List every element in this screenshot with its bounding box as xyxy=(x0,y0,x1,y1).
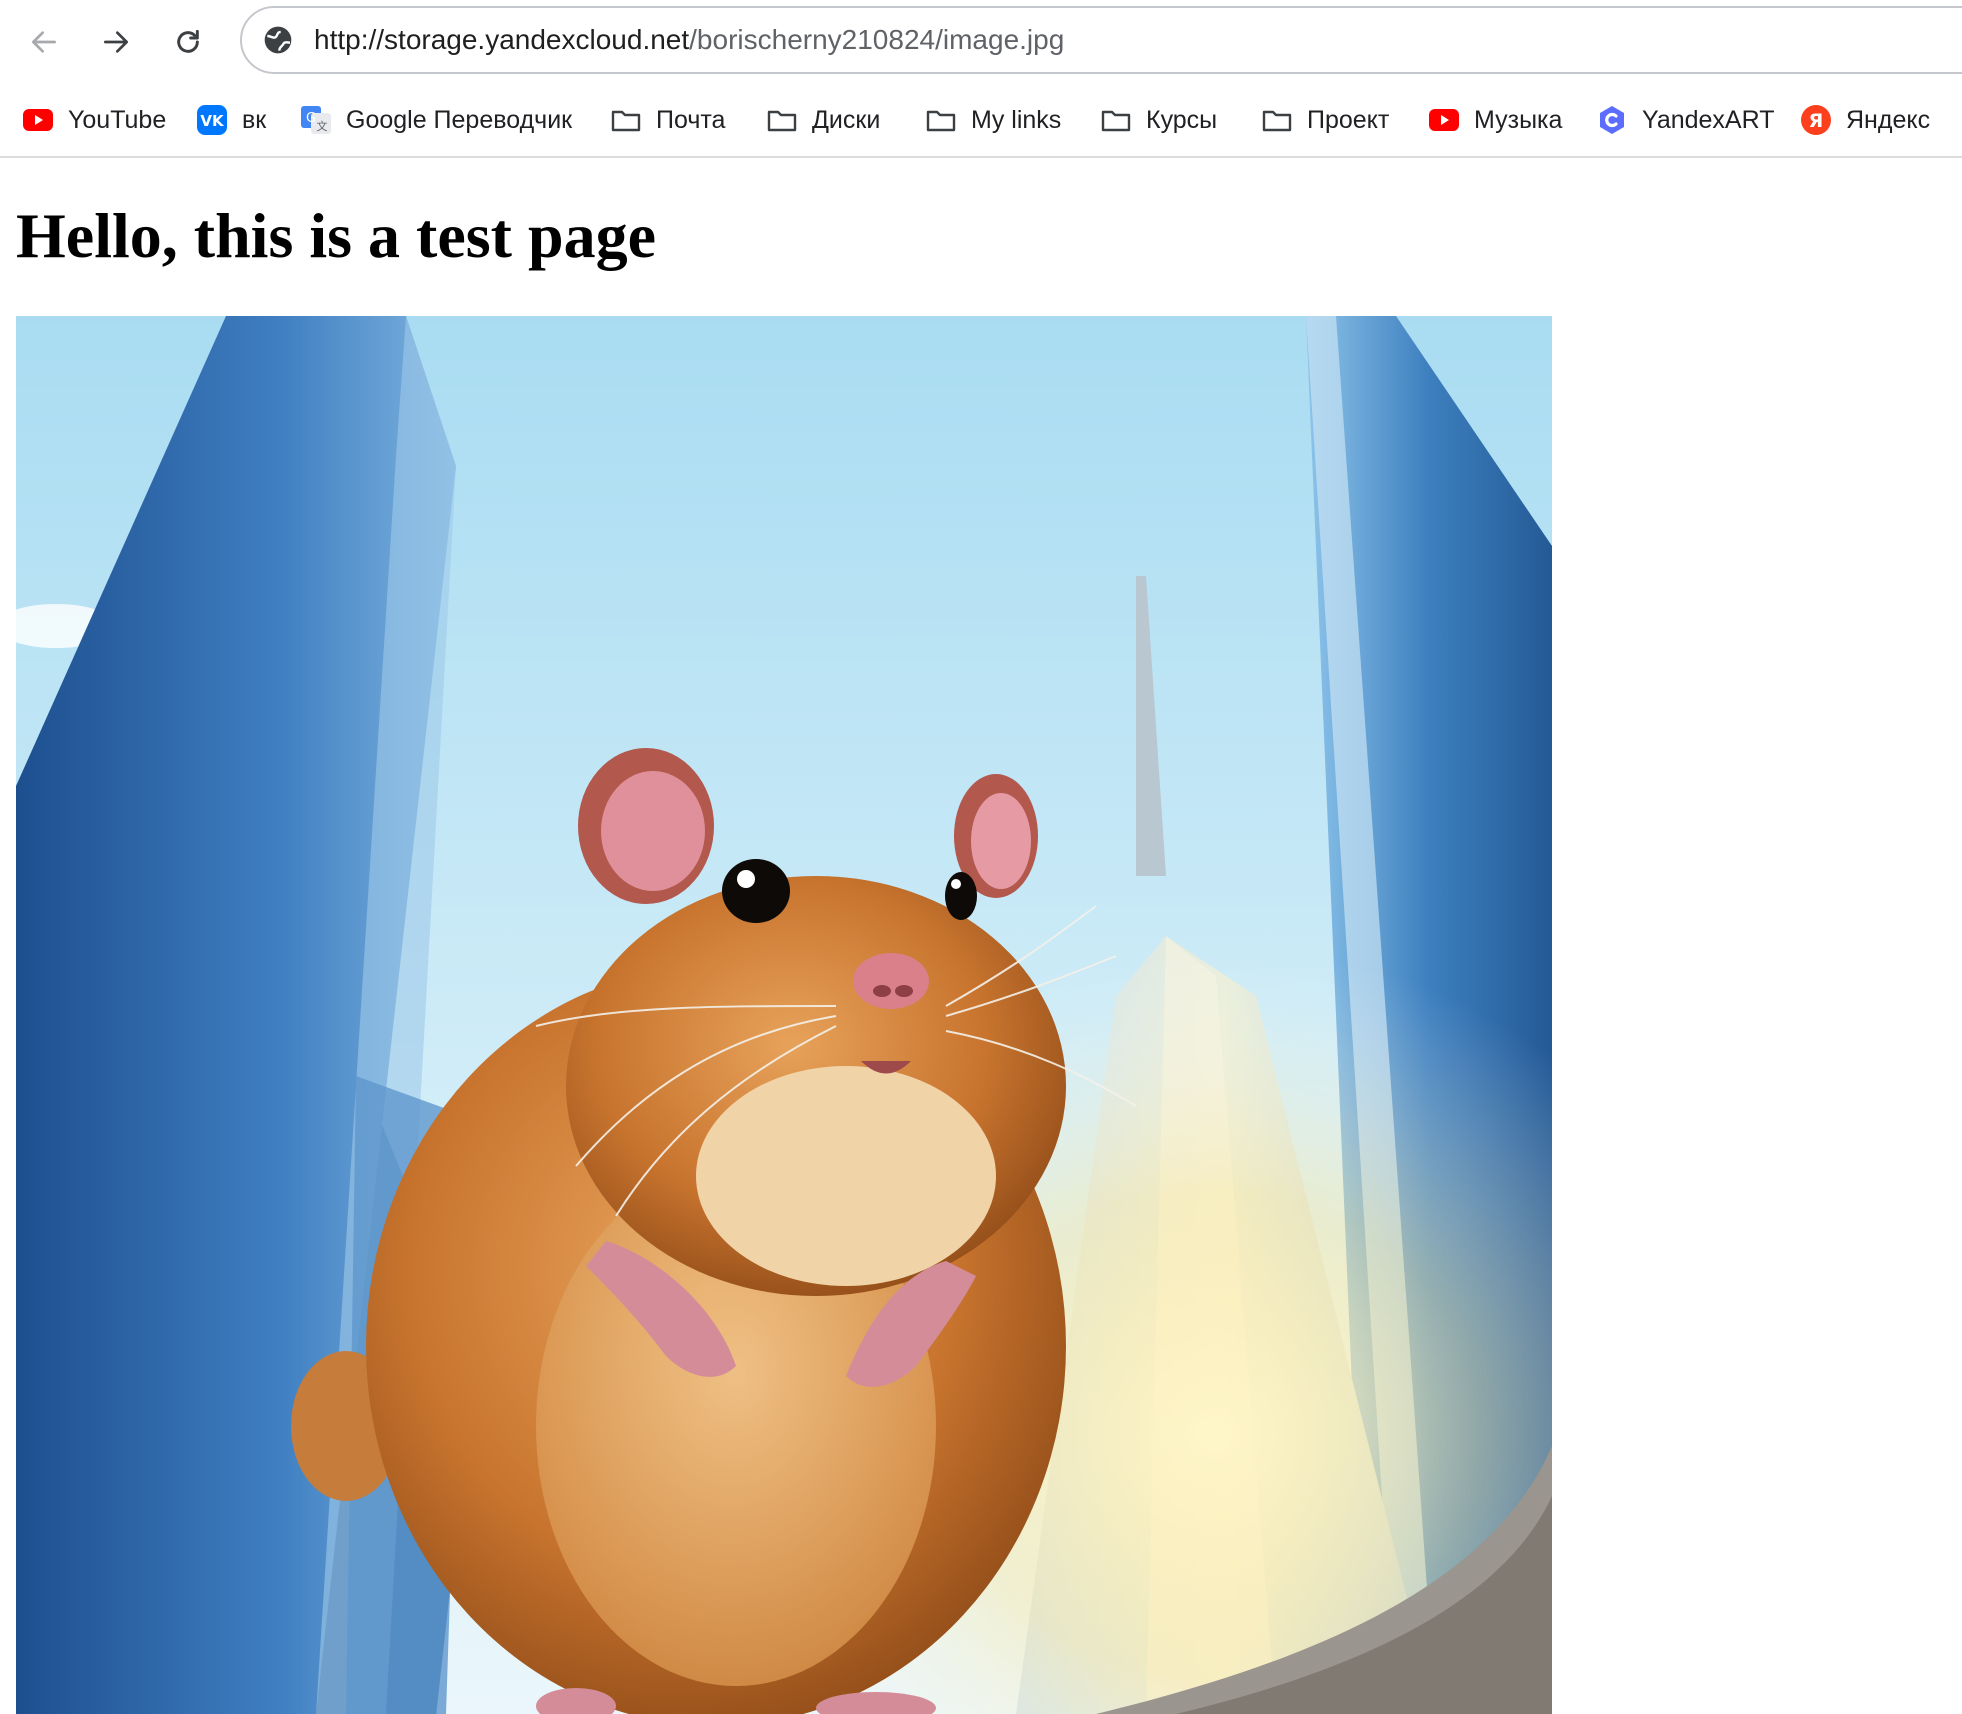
bookmark-folder-proekt[interactable]: Проект xyxy=(1261,96,1389,144)
folder-icon xyxy=(1261,104,1293,136)
yandexart-icon xyxy=(1596,104,1628,136)
bookmark-label: My links xyxy=(971,105,1062,134)
bookmark-label: Яндекс xyxy=(1846,105,1931,134)
reload-button[interactable] xyxy=(164,18,212,66)
bookmark-youtube[interactable]: YouTube xyxy=(22,96,166,144)
svg-text:Я: Я xyxy=(1809,110,1824,132)
bookmark-label: Почта xyxy=(656,105,726,134)
url-host: http://storage.yandexcloud.net xyxy=(314,24,690,55)
bookmark-folder-diski[interactable]: Диски xyxy=(766,96,880,144)
bookmark-label: Проект xyxy=(1307,105,1390,134)
bookmark-label: Диски xyxy=(812,105,881,134)
bookmark-yandex[interactable]: Я Яндекс xyxy=(1800,96,1930,144)
url-text[interactable]: http://storage.yandexcloud.net/borischer… xyxy=(314,8,1064,72)
bookmark-yandexart[interactable]: YandexART xyxy=(1596,96,1774,144)
youtube-icon xyxy=(22,104,54,136)
page-heading: Hello, this is a test page xyxy=(16,200,656,271)
bookmark-muzyka[interactable]: Музыка xyxy=(1428,96,1562,144)
google-translate-icon: G文 xyxy=(300,104,332,136)
folder-icon xyxy=(610,104,642,136)
svg-text:文: 文 xyxy=(317,119,328,133)
bookmark-folder-kursy[interactable]: Курсы xyxy=(1100,96,1217,144)
globe-icon xyxy=(264,26,292,54)
url-path: /borischerny210824/image.jpg xyxy=(689,24,1065,55)
vk-icon: VK xyxy=(196,104,228,136)
bookmark-label: Google Переводчик xyxy=(346,105,573,134)
bookmark-label: Курсы xyxy=(1146,105,1218,134)
hamster-city-image xyxy=(16,316,1552,1714)
hamster-photo-illustration xyxy=(16,316,1552,1714)
bookmark-label: вк xyxy=(242,105,267,134)
youtube-icon xyxy=(1428,104,1460,136)
bookmark-folder-my-links[interactable]: My links xyxy=(925,96,1061,144)
address-bar[interactable]: http://storage.yandexcloud.net/borischer… xyxy=(240,6,1962,74)
svg-text:G: G xyxy=(306,111,316,126)
bookmark-vk[interactable]: VK вк xyxy=(196,96,266,144)
bookmark-label: Музыка xyxy=(1474,105,1563,134)
arrow-right-icon xyxy=(104,31,128,53)
folder-icon xyxy=(766,104,798,136)
back-button[interactable] xyxy=(20,18,68,66)
yandex-icon: Я xyxy=(1800,104,1832,136)
folder-icon xyxy=(1100,104,1132,136)
arrow-left-icon xyxy=(32,31,56,53)
bookmark-label: YouTube xyxy=(68,105,167,134)
browser-toolbar: http://storage.yandexcloud.net/borischer… xyxy=(0,0,1962,82)
browser-chrome: http://storage.yandexcloud.net/borischer… xyxy=(0,0,1962,158)
svg-text:VK: VK xyxy=(200,112,225,130)
bookmark-folder-pochta[interactable]: Почта xyxy=(610,96,725,144)
reload-icon xyxy=(177,29,199,53)
bookmarks-bar: YouTube VK вк G文 Google Переводчик Почта… xyxy=(0,96,1962,144)
folder-icon xyxy=(925,104,957,136)
bookmark-google-translate[interactable]: G文 Google Переводчик xyxy=(300,96,572,144)
bookmark-label: YandexART xyxy=(1642,105,1775,134)
forward-button[interactable] xyxy=(92,18,140,66)
site-info-button[interactable] xyxy=(262,24,294,56)
